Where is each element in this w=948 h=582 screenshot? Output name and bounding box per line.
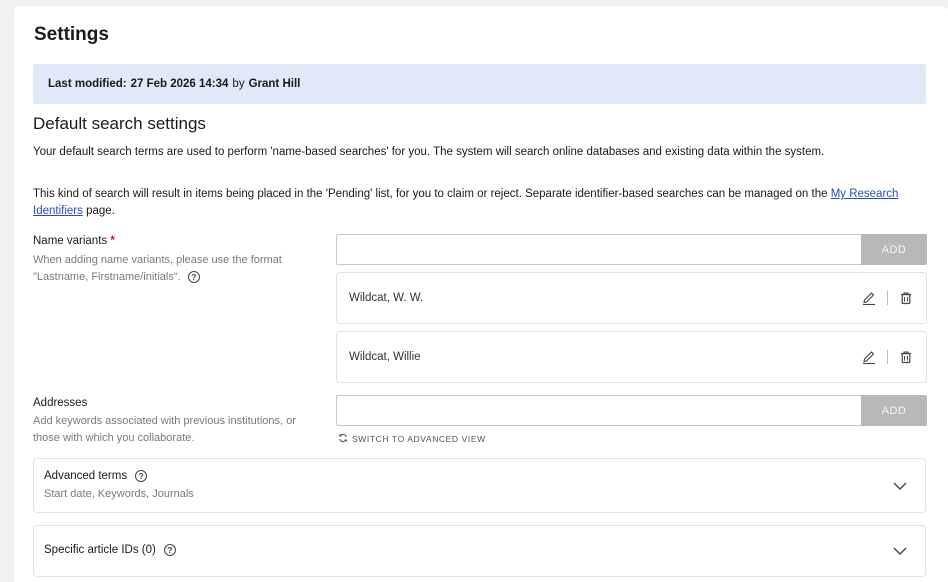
add-address-button[interactable]: ADD	[861, 395, 927, 426]
modified-prefix: Last modified:	[48, 78, 127, 90]
default-search-description: Your default search terms are used to pe…	[33, 146, 825, 158]
variant-actions	[861, 290, 914, 306]
chevron-down-icon[interactable]	[891, 542, 909, 560]
last-modified-banner: Last modified: 27 Feb 2026 14:34 by Gran…	[33, 64, 926, 104]
name-variants-help: When adding name variants, please use th…	[33, 252, 323, 286]
refresh-icon	[338, 433, 348, 445]
page-title: Settings	[34, 24, 109, 45]
advanced-terms-header: Advanced terms ?	[44, 470, 148, 482]
required-marker: *	[110, 235, 115, 247]
modified-by: by	[232, 78, 245, 90]
action-divider	[887, 350, 888, 364]
variant-actions	[861, 349, 914, 365]
chevron-down-icon[interactable]	[891, 477, 909, 495]
pending-text: This kind of search will result in items…	[33, 188, 828, 200]
help-circle-icon[interactable]: ?	[163, 544, 176, 556]
pending-list-description: This kind of search will result in items…	[33, 186, 925, 220]
trash-icon[interactable]	[898, 290, 914, 306]
name-variants-label: Name variants *	[33, 235, 115, 247]
modified-datetime: 27 Feb 2026 14:34	[130, 78, 229, 90]
name-variant-text: Wildcat, W. W.	[349, 292, 424, 304]
modified-user: Grant Hill	[248, 78, 301, 90]
advanced-terms-title: Advanced terms	[44, 470, 128, 482]
name-variants-help-text: When adding name variants, please use th…	[33, 254, 282, 283]
trash-icon[interactable]	[898, 349, 914, 365]
default-search-title: Default search settings	[33, 114, 206, 133]
add-name-variant-button[interactable]: ADD	[861, 234, 927, 265]
addresses-label: Addresses	[33, 397, 88, 409]
action-divider	[887, 291, 888, 305]
pencil-icon[interactable]	[861, 290, 877, 306]
address-input[interactable]	[336, 395, 861, 426]
article-ids-header: Specific article IDs (0) ?	[44, 544, 176, 556]
article-ids-accordion[interactable]: Specific article IDs (0) ?	[33, 525, 926, 577]
name-variant-item: Wildcat, Willie	[336, 331, 927, 383]
help-circle-icon[interactable]: ?	[187, 271, 200, 284]
help-circle-icon[interactable]: ?	[135, 470, 148, 482]
addresses-help: Add keywords associated with previous in…	[33, 415, 296, 444]
name-variant-input-row: ADD	[336, 234, 927, 265]
pending-text-end: page.	[86, 205, 115, 217]
name-variant-text: Wildcat, Willie	[349, 351, 421, 363]
article-ids-title: Specific article IDs (0)	[44, 544, 156, 556]
advanced-terms-accordion[interactable]: Advanced terms ? Start date, Keywords, J…	[33, 458, 926, 513]
name-variants-label-text: Name variants	[33, 235, 108, 247]
name-variant-input[interactable]	[336, 234, 861, 265]
advanced-terms-subtitle: Start date, Keywords, Journals	[44, 488, 194, 500]
name-variant-item: Wildcat, W. W.	[336, 272, 927, 324]
pencil-icon[interactable]	[861, 349, 877, 365]
switch-advanced-view-label: SWITCH TO ADVANCED VIEW	[352, 434, 486, 444]
switch-advanced-view-link[interactable]: SWITCH TO ADVANCED VIEW	[338, 433, 486, 445]
address-input-row: ADD	[336, 395, 927, 426]
